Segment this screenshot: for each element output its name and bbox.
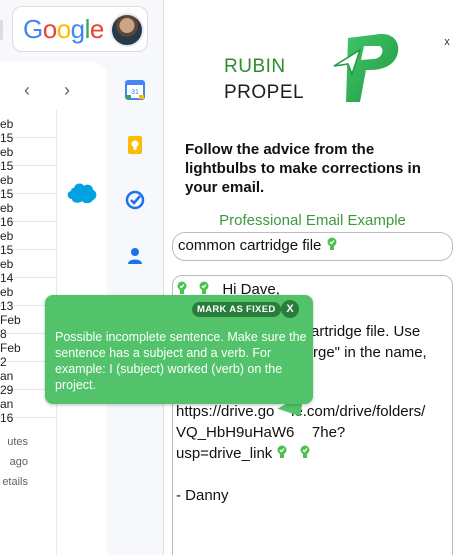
footer-activity-ago: ago — [9, 456, 28, 468]
example-title: Professional Email Example — [219, 212, 406, 229]
prev-page-icon[interactable]: ‹ — [24, 80, 30, 101]
email-line: rge" in the name, — [313, 344, 427, 361]
contacts-icon[interactable] — [125, 246, 145, 266]
calendar-icon[interactable]: 31 — [125, 80, 145, 100]
propel-logo-icon — [333, 33, 399, 102]
mark-as-fixed-button[interactable]: MARK AS FIXED — [192, 302, 281, 317]
account-switcher[interactable]: Google — [12, 6, 148, 52]
tooltip-message: Possible incomplete sentence. Make sure … — [55, 330, 307, 392]
avatar[interactable] — [110, 13, 144, 47]
suggestion-tooltip: MARK AS FIXED X Possible incomplete sent… — [45, 295, 313, 404]
gmail-background: Google ‹ › eb 15 eb 15 eb 15 eb 16 eb 15… — [0, 0, 163, 555]
mail-footer: utes ago etails — [0, 432, 60, 492]
mail-row-date[interactable]: eb 15 — [0, 222, 56, 257]
lightbulb-icon[interactable] — [299, 445, 311, 459]
mail-row-date[interactable]: eb 15 — [0, 138, 56, 173]
email-signature: - Danny — [176, 487, 229, 504]
footer-activity-time: utes — [7, 436, 28, 448]
keep-icon[interactable] — [125, 135, 145, 155]
lightbulb-icon[interactable] — [276, 445, 288, 459]
tasks-icon[interactable] — [125, 190, 145, 210]
tooltip-close-button[interactable]: X — [281, 300, 299, 318]
mail-row-date[interactable]: eb 14 — [0, 250, 56, 285]
close-panel-button[interactable]: x — [440, 35, 454, 49]
svg-text:31: 31 — [131, 89, 139, 96]
mail-row-date[interactable]: eb 15 — [0, 110, 56, 145]
google-logo: Google — [23, 14, 104, 44]
rubin-propel-panel: x RUBIN PROPEL Follow the advice from th… — [163, 0, 460, 555]
lightbulb-icon[interactable] — [198, 281, 210, 295]
email-url-line: usp=drive_link — [176, 443, 311, 464]
footer-details-link[interactable]: etails — [0, 472, 60, 492]
email-url-line: VQ_HbH9uHaW6xY7he? — [176, 424, 346, 441]
brand-name-line2: PROPEL — [224, 82, 305, 103]
lightbulb-icon[interactable] — [176, 281, 188, 295]
brand-name-line1: RUBIN — [224, 56, 286, 77]
subject-field[interactable]: common cartridge file — [172, 232, 453, 261]
salesforce-icon[interactable] — [66, 182, 98, 204]
mail-row-date[interactable]: eb 15 — [0, 166, 56, 201]
next-page-icon[interactable]: › — [64, 80, 70, 101]
instructions-text: Follow the advice from the lightbulbs to… — [185, 141, 421, 196]
subject-text: common cartridge file — [178, 237, 322, 254]
pagination-arrows: ‹ › — [18, 80, 78, 100]
menu-handle[interactable] — [0, 20, 3, 40]
mail-row-date[interactable]: eb 16 — [0, 194, 56, 229]
lightbulb-icon[interactable] — [326, 237, 338, 251]
